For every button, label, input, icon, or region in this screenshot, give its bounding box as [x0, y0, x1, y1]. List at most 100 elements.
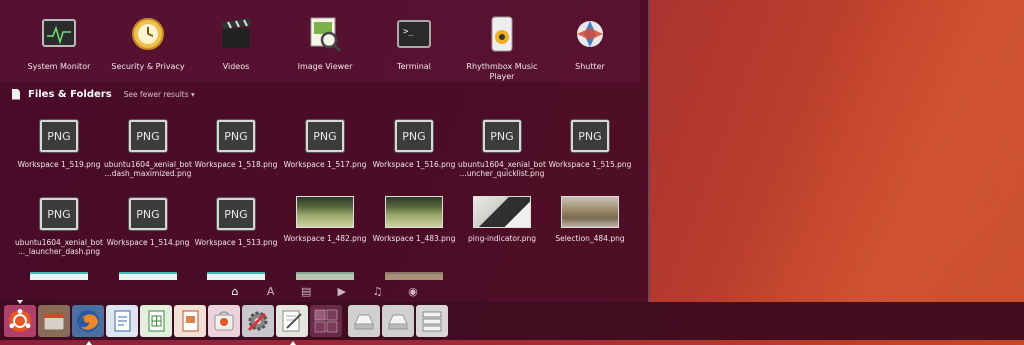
- file-item[interactable]: PNG ubuntu1604_xenial_bot ...uncher_quic…: [458, 120, 546, 178]
- system-settings-icon[interactable]: [242, 305, 274, 337]
- file-item[interactable]: PNG Workspace 1_514.png: [104, 198, 192, 247]
- png-file-icon: PNG: [40, 120, 78, 152]
- chevron-down-icon: ▾: [191, 89, 195, 99]
- file-item[interactable]: PNG Workspace 1_519.png: [15, 120, 103, 169]
- svg-text:>_: >_: [403, 27, 414, 37]
- file-item[interactable]: PNG Workspace 1_518.png: [192, 120, 280, 169]
- file-name: ubuntu1604_xenial_bot ..._launcher_dash.…: [15, 238, 103, 256]
- files-lens-icon[interactable]: ▤: [295, 282, 317, 300]
- file-item[interactable]: PNG ubuntu1604_xenial_bot ...dash_maximi…: [104, 120, 192, 178]
- png-file-icon: PNG: [217, 120, 255, 152]
- file-name: ubuntu1604_xenial_bot ...dash_maximized.…: [104, 160, 192, 178]
- file-item[interactable]: Selection_484.png: [546, 196, 634, 243]
- security-privacy-icon: [128, 14, 168, 54]
- file-icon: [12, 88, 20, 100]
- files-folders-header: Files & Folders See fewer results ▾: [12, 86, 195, 102]
- terminal-icon: >_: [394, 14, 434, 54]
- image-thumbnail: [296, 196, 354, 228]
- file-name: Workspace 1_517.png: [283, 160, 367, 169]
- applications-lens-icon[interactable]: A: [260, 282, 282, 300]
- app-label: Terminal: [397, 62, 431, 71]
- music-lens-icon[interactable]: ♫: [366, 282, 388, 300]
- app-security-privacy[interactable]: Security & Privacy: [104, 14, 192, 72]
- png-file-icon: PNG: [306, 120, 344, 152]
- file-item[interactable]: PNG ubuntu1604_xenial_bot ..._launcher_d…: [15, 198, 103, 256]
- file-name: Workspace 1_483.png: [372, 234, 456, 243]
- files-manager-icon[interactable]: [38, 305, 70, 337]
- app-terminal[interactable]: >_ Terminal: [370, 14, 458, 72]
- file-item[interactable]: PNG Workspace 1_513.png: [192, 198, 280, 247]
- app-label: Security & Privacy: [111, 62, 185, 71]
- file-storage-icon[interactable]: [416, 305, 448, 337]
- image-thumbnail: [561, 196, 619, 228]
- app-label: Image Viewer: [297, 62, 353, 71]
- file-name: Workspace 1_482.png: [283, 234, 367, 243]
- desktop-wallpaper: [640, 0, 1024, 305]
- app-label: System Monitor: [27, 62, 91, 71]
- launcher-pip: [86, 341, 92, 345]
- file-name: Selection_484.png: [555, 234, 625, 243]
- partial-file-item: [385, 272, 443, 280]
- png-file-icon: PNG: [129, 120, 167, 152]
- file-item[interactable]: Workspace 1_482.png: [281, 196, 369, 243]
- partial-file-item: [207, 272, 265, 280]
- file-name: Workspace 1_516.png: [372, 160, 456, 169]
- app-videos[interactable]: Videos: [192, 14, 280, 72]
- video-lens-icon[interactable]: ▶: [331, 282, 353, 300]
- app-rhythmbox[interactable]: Rhythmbox Music Player: [458, 14, 546, 82]
- file-item[interactable]: PNG Workspace 1_517.png: [281, 120, 369, 169]
- text-editor-icon[interactable]: [276, 305, 308, 345]
- file-item[interactable]: PNG Workspace 1_515.png: [546, 120, 634, 169]
- videos-clapper-icon: [216, 14, 256, 54]
- libreoffice-writer-icon[interactable]: [106, 305, 138, 337]
- drive-icon[interactable]: [382, 305, 414, 337]
- file-name: Workspace 1_518.png: [194, 160, 278, 169]
- image-viewer-icon: [305, 14, 345, 54]
- file-name: Workspace 1_519.png: [17, 160, 101, 169]
- shutter-icon: [570, 14, 610, 54]
- photo-lens-icon[interactable]: ◉: [402, 282, 424, 300]
- app-shutter[interactable]: Shutter: [546, 14, 634, 72]
- app-label: Shutter: [575, 62, 605, 71]
- drive-icon[interactable]: [348, 305, 380, 337]
- file-name: Workspace 1_515.png: [548, 160, 632, 169]
- system-monitor-icon: [39, 14, 79, 54]
- file-item[interactable]: Workspace 1_483.png: [370, 196, 458, 243]
- toggle-label: See fewer results: [123, 89, 189, 99]
- launcher: [0, 300, 1024, 345]
- lens-bar: ⌂ A ▤ ▶ ♫ ◉: [224, 282, 424, 300]
- image-thumbnail: [385, 196, 443, 228]
- launcher-pip: [17, 300, 23, 304]
- app-system-monitor[interactable]: System Monitor: [15, 14, 103, 72]
- app-label: Rhythmbox Music Player: [466, 62, 538, 81]
- software-center-icon[interactable]: [208, 305, 240, 337]
- png-file-icon: PNG: [217, 198, 255, 230]
- launcher-pip: [290, 341, 296, 345]
- file-name: ping-indicator.png: [467, 234, 537, 243]
- file-item[interactable]: ping-indicator.png: [458, 196, 546, 243]
- ubuntu-dash-icon[interactable]: [4, 305, 36, 337]
- image-thumbnail: [473, 196, 531, 228]
- png-file-icon: PNG: [40, 198, 78, 230]
- section-title: Files & Folders: [28, 88, 112, 100]
- png-file-icon: PNG: [571, 120, 609, 152]
- libreoffice-calc-icon[interactable]: [140, 305, 172, 337]
- see-fewer-results-toggle[interactable]: See fewer results ▾: [124, 90, 195, 99]
- app-image-viewer[interactable]: Image Viewer: [281, 14, 369, 72]
- png-file-icon: PNG: [395, 120, 433, 152]
- workspace-switcher-icon[interactable]: [310, 305, 342, 337]
- file-name: Workspace 1_514.png: [106, 238, 190, 247]
- partial-file-item: [30, 272, 88, 280]
- file-name: Workspace 1_513.png: [194, 238, 278, 247]
- rhythmbox-icon: [482, 14, 522, 54]
- partial-file-item: [119, 272, 177, 280]
- file-name: ubuntu1604_xenial_bot ...uncher_quicklis…: [458, 160, 546, 178]
- firefox-icon[interactable]: [72, 305, 104, 345]
- png-file-icon: PNG: [483, 120, 521, 152]
- unity-dash: System Monitor Security & Privacy Videos…: [0, 0, 650, 304]
- file-item[interactable]: PNG Workspace 1_516.png: [370, 120, 458, 169]
- png-file-icon: PNG: [129, 198, 167, 230]
- libreoffice-impress-icon[interactable]: [174, 305, 206, 337]
- partial-file-item: [296, 272, 354, 280]
- home-lens-icon[interactable]: ⌂: [224, 282, 246, 300]
